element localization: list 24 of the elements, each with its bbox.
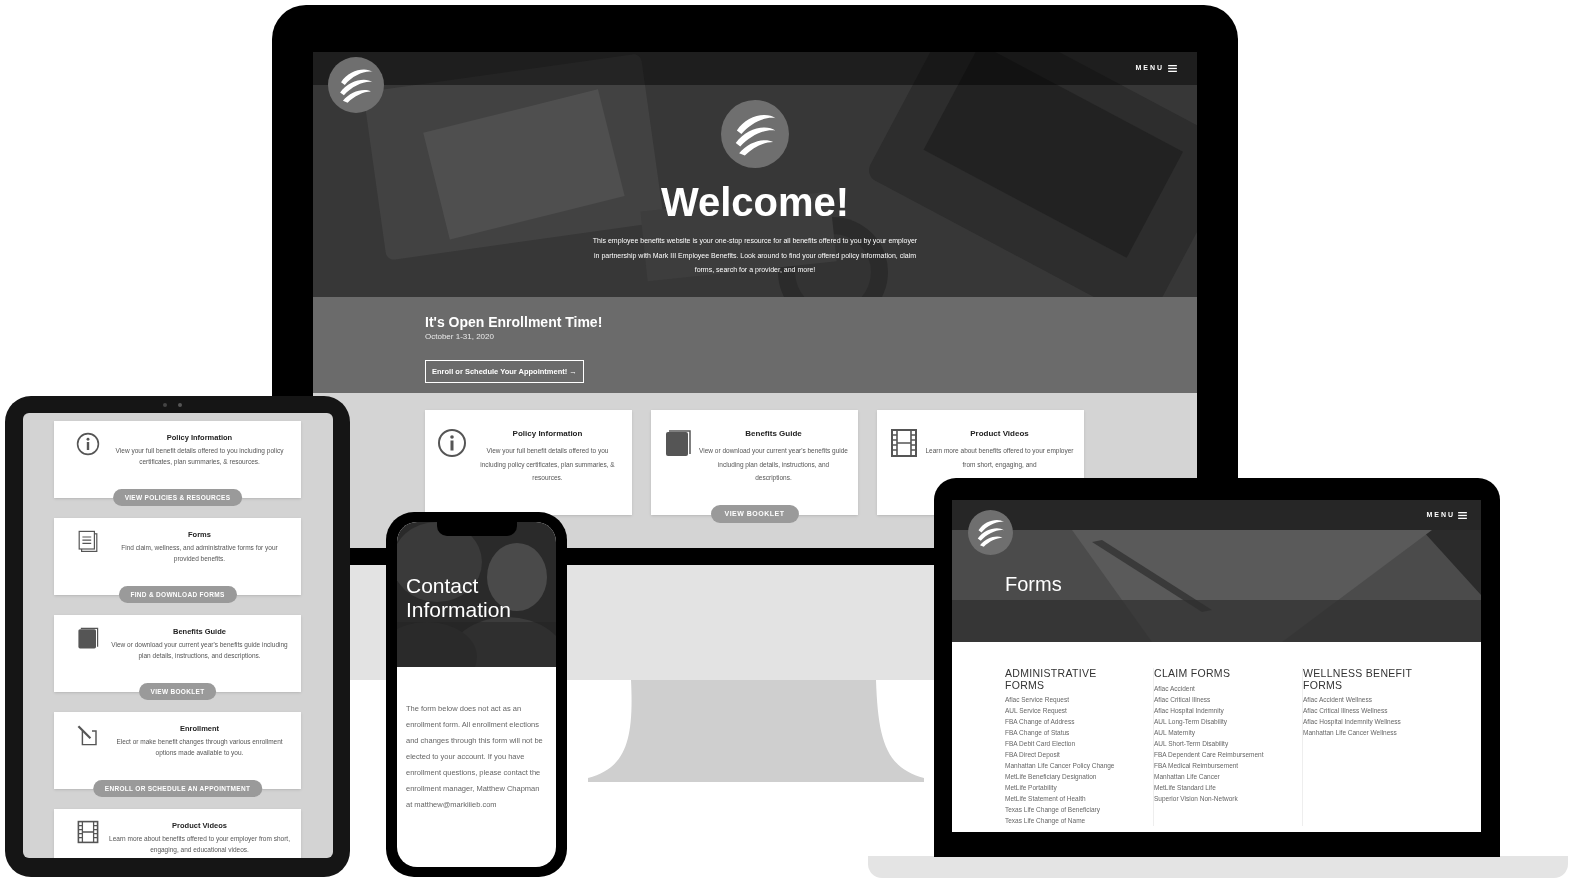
banner-dates: October 1-31, 2020	[425, 331, 494, 343]
column-heading: CLAIM FORMS	[1154, 668, 1232, 680]
film-strip-icon	[76, 820, 100, 844]
logo-icon	[721, 100, 789, 168]
book-icon	[76, 626, 100, 650]
book-icon	[663, 428, 693, 458]
page-title: Contact Information	[406, 574, 513, 622]
card-title: Benefits Guide	[745, 428, 802, 440]
logo-icon	[328, 57, 384, 113]
info-icon	[76, 432, 100, 456]
card-title: Policy Information	[512, 428, 583, 440]
banner-title: It's Open Enrollment Time!	[425, 313, 603, 331]
logo-icon	[968, 510, 1013, 555]
menu-icon	[1458, 511, 1467, 519]
pencil-square-icon	[76, 723, 100, 747]
hero-title: Welcome!	[660, 180, 850, 224]
page-title: Forms	[1005, 572, 1063, 596]
info-icon	[437, 428, 467, 458]
document-icon	[76, 529, 100, 553]
menu-icon	[1168, 65, 1177, 72]
column-heading: ADMINISTRATIVE FORMS	[1005, 668, 1098, 691]
card-title: Product Videos	[970, 428, 1029, 440]
column-heading: WELLNESS BENEFIT FORMS	[1303, 668, 1414, 691]
film-strip-icon	[889, 428, 919, 458]
